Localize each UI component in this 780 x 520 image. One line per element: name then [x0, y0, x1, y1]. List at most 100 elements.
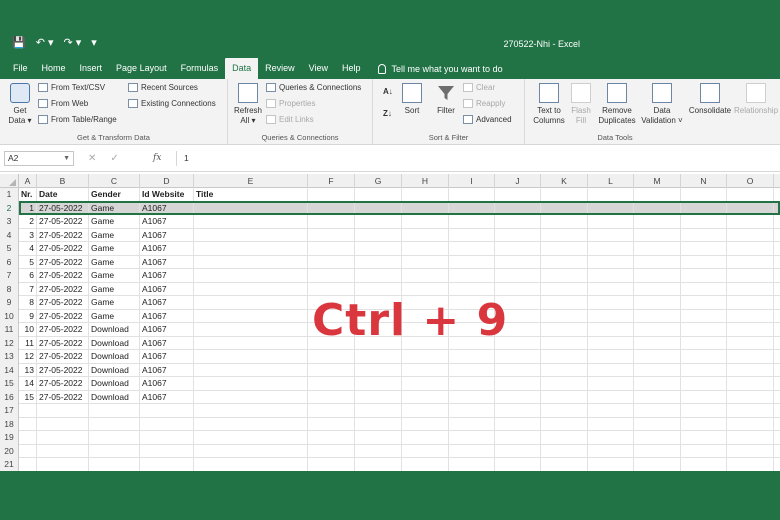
cell[interactable]: Download	[89, 323, 140, 337]
cell[interactable]: Game	[89, 309, 140, 323]
cell[interactable]	[495, 404, 541, 418]
filter-button[interactable]: Filter	[433, 83, 459, 116]
cell[interactable]	[495, 255, 541, 269]
cell[interactable]	[727, 431, 774, 445]
row-header[interactable]: 15	[0, 377, 19, 391]
table-row[interactable]: 16 15 27-05-2022 Download A1067	[0, 390, 780, 404]
cell[interactable]: 8	[19, 296, 37, 310]
cell[interactable]: A1067	[140, 255, 194, 269]
row-header[interactable]: 2	[0, 201, 19, 215]
cell[interactable]	[634, 215, 681, 229]
table-row[interactable]: 4 3 27-05-2022 Game A1067	[0, 228, 780, 242]
advanced-button[interactable]: Advanced	[463, 115, 512, 124]
cell[interactable]	[355, 269, 402, 283]
row-header[interactable]: 6	[0, 255, 19, 269]
cell[interactable]	[308, 215, 355, 229]
cell[interactable]	[727, 350, 774, 364]
queries-connections-button[interactable]: Queries & Connections	[266, 83, 361, 92]
cell[interactable]: A1067	[140, 309, 194, 323]
cell[interactable]	[140, 444, 194, 458]
cell[interactable]	[681, 282, 727, 296]
column-header-f[interactable]: F	[308, 174, 355, 188]
cell[interactable]	[727, 255, 774, 269]
cell[interactable]	[355, 228, 402, 242]
cell[interactable]	[495, 431, 541, 445]
cell[interactable]	[194, 458, 308, 471]
column-header-g[interactable]: G	[355, 174, 402, 188]
cell[interactable]	[634, 377, 681, 391]
column-header-m[interactable]: M	[634, 174, 681, 188]
cell[interactable]	[308, 390, 355, 404]
column-header-c[interactable]: C	[89, 174, 140, 188]
cell[interactable]	[89, 404, 140, 418]
cell[interactable]	[402, 188, 449, 202]
cell[interactable]	[355, 242, 402, 256]
row-header[interactable]: 12	[0, 336, 19, 350]
cell[interactable]	[495, 444, 541, 458]
cell[interactable]	[37, 458, 89, 471]
table-row[interactable]: 6 5 27-05-2022 Game A1067	[0, 255, 780, 269]
cell[interactable]	[355, 363, 402, 377]
cell[interactable]	[449, 377, 495, 391]
cell[interactable]	[634, 363, 681, 377]
cell[interactable]	[541, 390, 588, 404]
cell[interactable]: Game	[89, 215, 140, 229]
cell[interactable]	[495, 188, 541, 202]
cell[interactable]	[588, 323, 634, 337]
cell[interactable]: Download	[89, 377, 140, 391]
cell[interactable]	[194, 363, 308, 377]
cell[interactable]	[541, 215, 588, 229]
cell[interactable]	[402, 390, 449, 404]
cell[interactable]	[308, 444, 355, 458]
cell[interactable]	[495, 242, 541, 256]
cell[interactable]	[194, 296, 308, 310]
table-row[interactable]: 18	[0, 417, 780, 431]
cell[interactable]	[355, 377, 402, 391]
cell[interactable]	[37, 417, 89, 431]
cell[interactable]	[140, 431, 194, 445]
cell[interactable]: 7	[19, 282, 37, 296]
cell[interactable]	[681, 444, 727, 458]
cell[interactable]: 27-05-2022	[37, 363, 89, 377]
cell[interactable]	[727, 336, 774, 350]
from-table-button[interactable]: From Table/Range	[38, 115, 117, 124]
cell[interactable]	[634, 417, 681, 431]
cell[interactable]	[89, 458, 140, 471]
cell[interactable]	[681, 296, 727, 310]
cell[interactable]	[19, 417, 37, 431]
row-header[interactable]: 10	[0, 309, 19, 323]
table-row[interactable]: 1 Nr. Date Gender Id Website Title	[0, 188, 780, 202]
cell[interactable]	[727, 417, 774, 431]
cell[interactable]: Download	[89, 336, 140, 350]
table-row[interactable]: 15 14 27-05-2022 Download A1067	[0, 377, 780, 391]
cell[interactable]: A1067	[140, 377, 194, 391]
cancel-icon[interactable]: ✕	[88, 153, 110, 164]
cell[interactable]: 27-05-2022	[37, 228, 89, 242]
cell[interactable]	[727, 269, 774, 283]
cell[interactable]	[588, 350, 634, 364]
cell[interactable]	[727, 377, 774, 391]
cell[interactable]	[449, 255, 495, 269]
cell[interactable]	[194, 390, 308, 404]
cell[interactable]	[19, 431, 37, 445]
cell[interactable]	[495, 350, 541, 364]
cell[interactable]	[588, 296, 634, 310]
cell[interactable]	[140, 458, 194, 471]
cell[interactable]	[308, 458, 355, 471]
cell[interactable]: Download	[89, 363, 140, 377]
cell[interactable]	[634, 404, 681, 418]
row-header[interactable]: 5	[0, 242, 19, 256]
cell[interactable]	[634, 228, 681, 242]
column-header-b[interactable]: B	[37, 174, 89, 188]
cell[interactable]: Download	[89, 350, 140, 364]
cell[interactable]	[541, 458, 588, 471]
column-header-j[interactable]: J	[495, 174, 541, 188]
tab-insert[interactable]: Insert	[73, 58, 110, 79]
cell[interactable]: 9	[19, 309, 37, 323]
cell[interactable]: A1067	[140, 228, 194, 242]
cell[interactable]	[541, 363, 588, 377]
name-box[interactable]: A2 ▼	[4, 151, 74, 166]
cell[interactable]	[588, 458, 634, 471]
table-row[interactable]: 19	[0, 431, 780, 445]
cell[interactable]: 14	[19, 377, 37, 391]
